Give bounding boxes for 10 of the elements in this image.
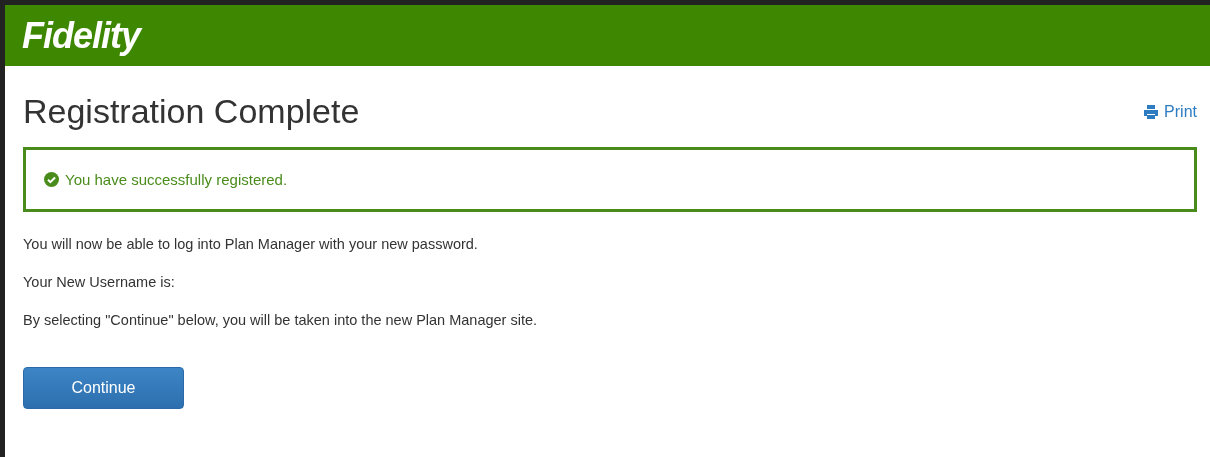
printer-icon [1143, 104, 1160, 119]
continue-button[interactable]: Continue [23, 367, 184, 409]
logo: Fidelity [22, 14, 141, 57]
page-title: Registration Complete [23, 92, 360, 131]
info-text: Your New Username is: [23, 274, 176, 291]
info-text: You will now be able to log into Plan Manager with your new password. [23, 236, 479, 253]
info-text: By selecting "Continue" below, you will be taken into the new Plan Manager site. [23, 312, 539, 329]
alert-message: You have successfully registered. [65, 171, 288, 188]
print-link[interactable]: Print [1143, 102, 1197, 121]
check-circle-icon [44, 172, 59, 187]
